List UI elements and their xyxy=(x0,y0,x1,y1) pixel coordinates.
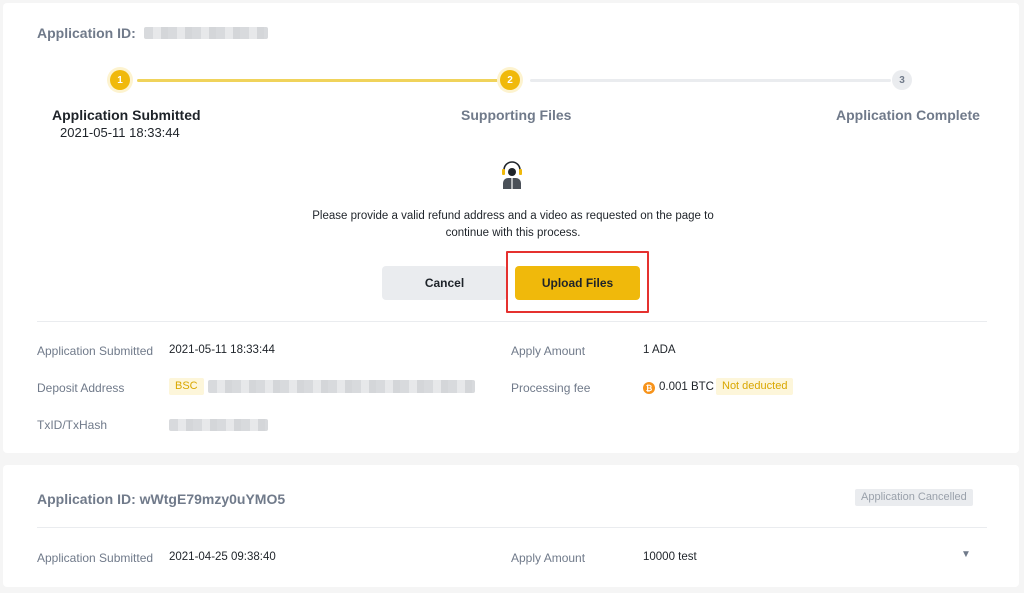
processing-fee-value: 0.001 BTC xyxy=(659,381,714,393)
submitted-value: 2021-04-25 09:38:40 xyxy=(169,551,276,563)
deposit-address-redacted[interactable] xyxy=(208,380,475,393)
divider xyxy=(37,321,987,322)
txid-label: TxID/TxHash xyxy=(37,418,108,432)
processing-fee-label: Processing fee xyxy=(511,381,591,395)
apply-amount-label: Apply Amount xyxy=(511,344,586,358)
step-3-indicator: 3 xyxy=(892,70,912,90)
deposit-address-label: Deposit Address xyxy=(37,381,125,395)
submitted-label: Application Submitted xyxy=(37,344,154,358)
bitcoin-icon: ₿ xyxy=(643,382,655,394)
status-badge: Application Cancelled xyxy=(855,489,973,506)
step-1-label: Application Submitted xyxy=(52,107,201,123)
progress-line-completed xyxy=(137,78,498,82)
step-1-indicator: 1 xyxy=(110,70,130,90)
apply-amount-value: 10000 test xyxy=(643,551,697,563)
application-id-label: Application ID: xyxy=(37,25,136,41)
notice-message: Please provide a valid refund address an… xyxy=(312,210,714,239)
application-id: Application ID: xyxy=(37,25,268,41)
divider xyxy=(37,527,987,528)
step-1-date: 2021-05-11 18:33:44 xyxy=(60,125,180,140)
submitted-value: 2021-05-11 18:33:44 xyxy=(169,344,275,356)
cancel-button[interactable]: Cancel xyxy=(382,266,507,300)
highlight-box xyxy=(506,251,649,313)
step-2-label: Supporting Files xyxy=(461,107,572,123)
application-card: Application ID: 1 2 3 Application Submit… xyxy=(3,3,1019,453)
application-card: Application ID: wWtgE79mzy0uYMO5 Applica… xyxy=(3,465,1019,587)
step-2-indicator: 2 xyxy=(500,70,520,90)
step-3-label: Application Complete xyxy=(836,107,980,123)
network-tag: BSC xyxy=(169,378,204,395)
submitted-label: Application Submitted xyxy=(37,551,154,565)
apply-amount-value: 1 ADA xyxy=(643,344,676,356)
txid-redacted[interactable] xyxy=(169,419,268,431)
application-id-redacted xyxy=(143,27,268,39)
application-id: Application ID: wWtgE79mzy0uYMO5 xyxy=(37,491,286,507)
progress-line-pending xyxy=(530,78,891,82)
apply-amount-label: Apply Amount xyxy=(511,551,586,565)
caret-down-icon[interactable]: ▼ xyxy=(961,549,971,560)
fee-status-badge: Not deducted xyxy=(716,378,794,395)
support-agent-icon xyxy=(502,161,522,189)
